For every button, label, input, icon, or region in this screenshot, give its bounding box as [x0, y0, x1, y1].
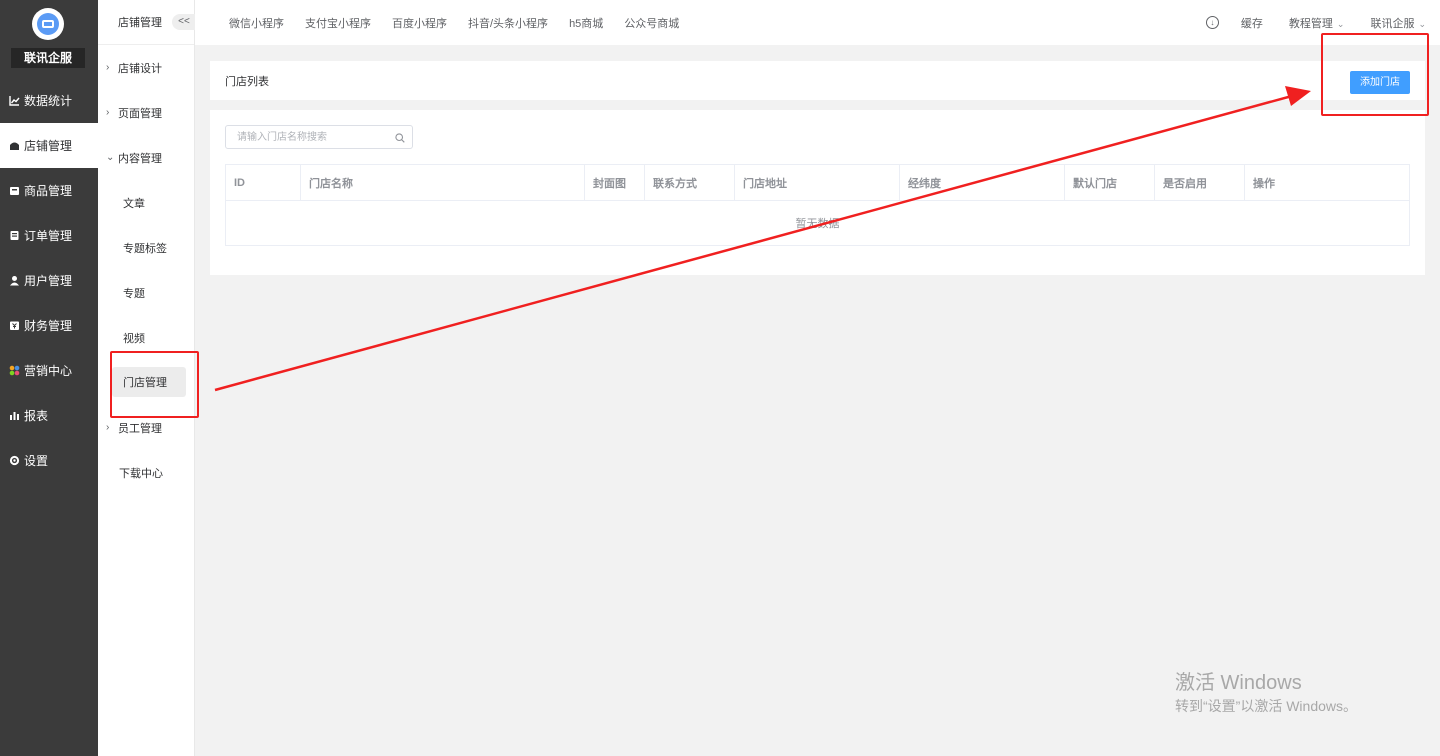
- search-box: [225, 125, 413, 149]
- gear-icon: [9, 455, 20, 466]
- subnav-item-label: 下载中心: [119, 467, 163, 480]
- user-icon: [9, 275, 20, 286]
- subnav-item-page-manage[interactable]: › 页面管理: [98, 90, 194, 135]
- tab-wechat-miniprogram[interactable]: 微信小程序: [229, 15, 284, 31]
- sidebar-item-reports[interactable]: 报表: [0, 393, 98, 438]
- main-sidebar: 联讯企服 数据统计 店铺管理 商品管理 订单管理 用户管理 财务管理 营销中心: [0, 0, 98, 756]
- tutorial-menu[interactable]: 教程管理 ⌄: [1289, 15, 1345, 31]
- top-bar: 微信小程序 支付宝小程序 百度小程序 抖音/头条小程序 h5商城 公众号商城 ↓…: [195, 0, 1440, 45]
- cache-button[interactable]: 缓存: [1241, 15, 1263, 31]
- sidebar-item-store[interactable]: 店铺管理: [0, 123, 98, 168]
- watermark-line2: 转到“设置”以激活 Windows。: [1175, 698, 1358, 714]
- platform-tabs: 微信小程序 支付宝小程序 百度小程序 抖音/头条小程序 h5商城 公众号商城: [229, 15, 700, 31]
- finance-icon: [9, 320, 20, 331]
- page-title: 门店列表: [225, 75, 269, 88]
- brand-logo: [32, 8, 64, 40]
- column-header: 是否启用: [1155, 165, 1245, 201]
- subnav-item-label: 页面管理: [118, 107, 162, 120]
- product-icon: [9, 185, 20, 196]
- windows-activation-watermark: 激活 Windows 转到“设置”以激活 Windows。: [1175, 671, 1357, 717]
- subnav-item-articles[interactable]: 文章: [98, 180, 194, 225]
- order-icon: [9, 230, 20, 241]
- chevron-right-icon: ›: [106, 422, 110, 433]
- subnav-item-label: 视频: [123, 332, 145, 345]
- brand-name: 联讯企服: [11, 48, 85, 68]
- sidebar-item-finance[interactable]: 财务管理: [0, 303, 98, 348]
- sidebar-item-label: 店铺管理: [24, 139, 73, 153]
- subnav-item-label: 员工管理: [118, 422, 162, 435]
- subnav-item-label: 专题: [123, 287, 145, 300]
- chevron-down-icon: ⌄: [106, 152, 115, 163]
- sidebar-item-settings[interactable]: 设置: [0, 438, 98, 483]
- tab-baidu-miniprogram[interactable]: 百度小程序: [392, 15, 447, 31]
- sidebar-item-products[interactable]: 商品管理: [0, 168, 98, 213]
- bar-chart-icon: [9, 410, 20, 421]
- subnav-item-label: 文章: [123, 197, 145, 210]
- tab-douyin-miniprogram[interactable]: 抖音/头条小程序: [468, 15, 548, 31]
- chevron-right-icon: ›: [106, 62, 110, 73]
- store-list-header: 门店列表 添加门店: [210, 61, 1425, 100]
- column-header: 联系方式: [645, 165, 735, 201]
- subnav-item-store-design[interactable]: › 店铺设计: [98, 45, 194, 90]
- store-table: ID 门店名称 封面图 联系方式 门店地址 经纬度 默认门店 是否启用 操作 暂…: [225, 164, 1410, 246]
- subnav-item-download-center[interactable]: 下载中心: [98, 450, 194, 495]
- tab-official-account-mall[interactable]: 公众号商城: [624, 15, 679, 31]
- sidebar-item-label: 商品管理: [24, 184, 73, 198]
- sidebar-item-users[interactable]: 用户管理: [0, 258, 98, 303]
- column-header: 默认门店: [1065, 165, 1155, 201]
- sidebar-item-label: 财务管理: [24, 319, 73, 333]
- column-header: 经纬度: [900, 165, 1065, 201]
- subnav-item-videos[interactable]: 视频: [98, 315, 194, 360]
- sidebar-item-label: 订单管理: [24, 229, 73, 243]
- sidebar-item-statistics[interactable]: 数据统计: [0, 78, 98, 123]
- sidebar-item-label: 报表: [24, 409, 49, 423]
- subnav-item-topic-tags[interactable]: 专题标签: [98, 225, 194, 270]
- search-input[interactable]: [226, 126, 386, 148]
- marketing-icon: [9, 365, 20, 376]
- subnav-item-topics[interactable]: 专题: [98, 270, 194, 315]
- subnav-item-label: 专题标签: [123, 242, 167, 255]
- column-header: 门店地址: [735, 165, 900, 201]
- watermark-line1: 激活 Windows: [1175, 672, 1302, 694]
- sidebar-item-label: 营销中心: [24, 364, 73, 378]
- column-header: 门店名称: [301, 165, 585, 201]
- sidebar-item-label: 用户管理: [24, 274, 73, 288]
- table-header-row: ID 门店名称 封面图 联系方式 门店地址 经纬度 默认门店 是否启用 操作: [226, 165, 1409, 201]
- sidebar-item-marketing[interactable]: 营销中心: [0, 348, 98, 393]
- account-menu-label: 联讯企服: [1370, 17, 1415, 30]
- subnav-title: 店铺管理: [118, 17, 162, 29]
- empty-state-text: 暂无数据: [795, 218, 840, 230]
- store-icon: [9, 140, 20, 151]
- sub-sidebar: 店铺管理 << › 店铺设计 › 页面管理 ⌄ 内容管理 文章 专题标签 专题 …: [98, 0, 196, 756]
- account-menu[interactable]: 联讯企服 ⌄: [1370, 15, 1426, 31]
- main-menu: 数据统计 店铺管理 商品管理 订单管理 用户管理 财务管理 营销中心 报表 设置: [0, 78, 98, 483]
- sidebar-item-label: 设置: [24, 454, 49, 468]
- tutorial-menu-label: 教程管理: [1288, 17, 1333, 30]
- collapse-sidebar-button[interactable]: <<: [172, 14, 196, 30]
- download-icon[interactable]: ↓: [1205, 16, 1219, 29]
- column-header: ID: [226, 165, 301, 201]
- add-store-button[interactable]: 添加门店: [1350, 71, 1410, 94]
- search-icon[interactable]: [395, 132, 405, 143]
- subnav-item-staff-manage[interactable]: › 员工管理: [98, 405, 194, 450]
- subnav-header: 店铺管理 <<: [98, 0, 196, 45]
- chevron-right-icon: ›: [106, 107, 110, 118]
- subnav-item-label: 内容管理: [118, 152, 162, 165]
- sidebar-item-label: 数据统计: [24, 94, 73, 108]
- column-header: 封面图: [585, 165, 645, 201]
- subnav-item-label: 店铺设计: [118, 62, 162, 75]
- chevron-down-icon: ⌄: [1336, 18, 1345, 29]
- store-list-card: ID 门店名称 封面图 联系方式 门店地址 经纬度 默认门店 是否启用 操作 暂…: [210, 110, 1425, 275]
- tab-h5-mall[interactable]: h5商城: [569, 15, 603, 31]
- sidebar-item-orders[interactable]: 订单管理: [0, 213, 98, 258]
- tab-alipay-miniprogram[interactable]: 支付宝小程序: [305, 15, 371, 31]
- top-right-actions: ↓ 缓存 教程管理 ⌄ 联讯企服 ⌄: [1205, 0, 1426, 45]
- subnav-item-content-manage[interactable]: ⌄ 内容管理: [98, 135, 194, 180]
- chevron-down-icon: ⌄: [1418, 18, 1426, 29]
- subnav-item-label: 门店管理: [123, 377, 167, 389]
- line-chart-icon: [9, 95, 20, 106]
- column-header: 操作: [1253, 178, 1275, 190]
- subnav-item-store-manage[interactable]: 门店管理: [112, 367, 186, 397]
